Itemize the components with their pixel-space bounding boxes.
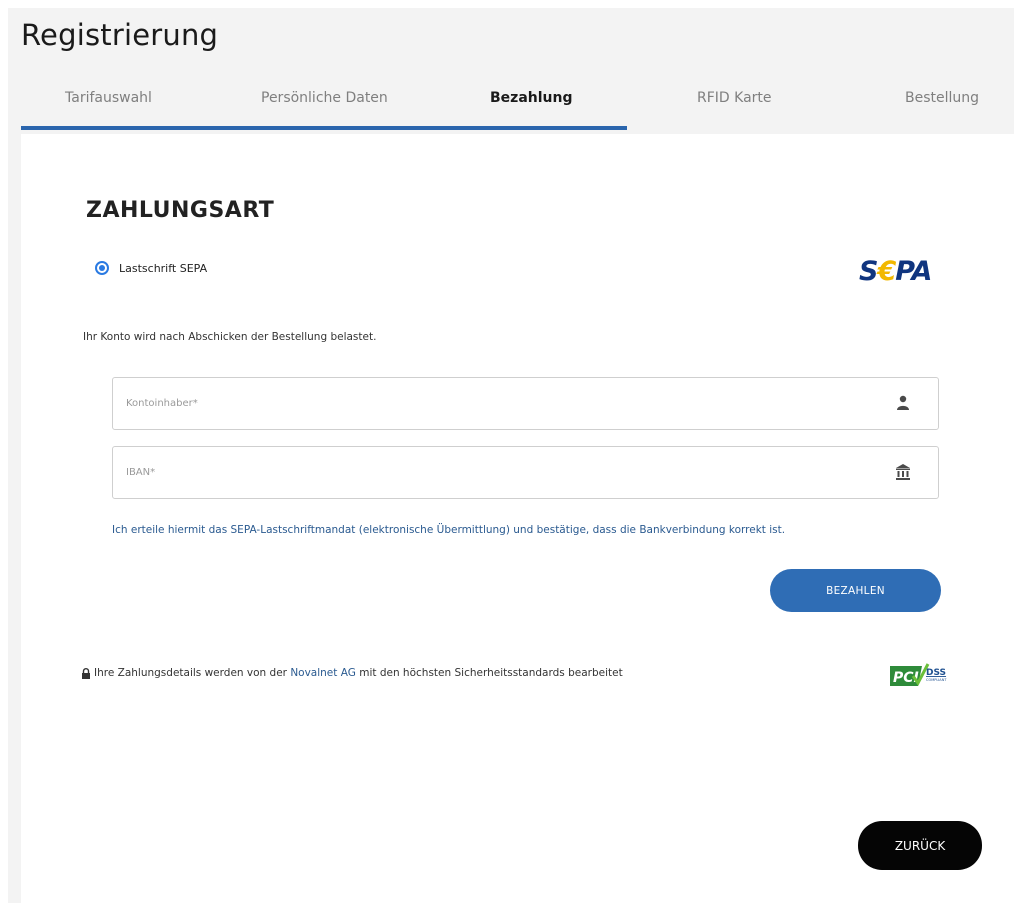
section-heading: ZAHLUNGSART <box>86 198 275 223</box>
tab-persoenliche-daten[interactable]: Persönliche Daten <box>261 90 388 106</box>
svg-text:DSS: DSS <box>926 668 946 678</box>
step-progress-bar <box>21 126 627 130</box>
account-holder-input[interactable] <box>126 378 866 429</box>
payment-method-label: Lastschrift SEPA <box>119 261 208 275</box>
tab-bezahlung[interactable]: Bezahlung <box>490 90 572 106</box>
iban-input[interactable] <box>126 447 866 498</box>
sepa-mandate-text: Ich erteile hiermit das SEPA-Lastschrift… <box>112 524 786 536</box>
payment-info: Ihr Konto wird nach Abschicken der Beste… <box>83 331 377 343</box>
tab-rfid-karte[interactable]: RFID Karte <box>697 90 772 106</box>
novalnet-link[interactable]: Novalnet AG <box>290 667 356 679</box>
page-title: Registrierung <box>21 18 219 52</box>
pay-button[interactable]: BEZAHLEN <box>770 569 941 612</box>
security-text-prefix: Ihre Zahlungsdetails werden von der <box>94 667 287 679</box>
security-text-suffix: mit den höchsten Sicherheitsstandards be… <box>359 667 623 679</box>
pci-dss-logo: PCI DSS COMPLIANT <box>890 663 947 686</box>
lock-icon <box>82 667 90 679</box>
sepa-radio[interactable] <box>95 261 109 275</box>
account-holder-field <box>112 377 939 430</box>
payment-content: ZAHLUNGSART Lastschrift SEPA S€PA Ihr Ko… <box>21 134 1014 903</box>
back-button[interactable]: ZURÜCK <box>858 821 982 870</box>
sepa-logo: S€PA <box>859 256 932 287</box>
tab-tarifauswahl[interactable]: Tarifauswahl <box>65 90 152 106</box>
step-tabs: Tarifauswahl Persönliche Daten Bezahlung… <box>21 84 1014 134</box>
payment-method-option[interactable]: Lastschrift SEPA <box>95 261 207 275</box>
tab-bestellung[interactable]: Bestellung <box>905 90 979 106</box>
svg-text:COMPLIANT: COMPLIANT <box>926 678 947 682</box>
user-icon <box>897 395 909 410</box>
security-notice: Ihre Zahlungsdetails werden von der Nova… <box>81 667 623 679</box>
bank-icon <box>896 464 910 480</box>
iban-field <box>112 446 939 499</box>
